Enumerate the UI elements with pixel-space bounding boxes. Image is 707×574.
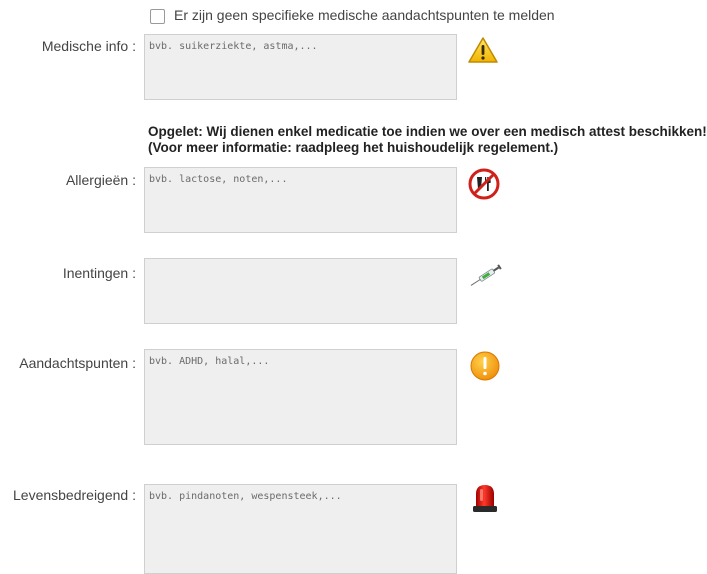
notice-line-2: (Voor meer informatie: raadpleeg het hui… — [148, 140, 559, 155]
inentingen-field[interactable] — [144, 258, 457, 324]
no-medical-concerns-checkbox[interactable] — [150, 9, 165, 24]
medische-info-field[interactable] — [144, 34, 457, 100]
levensbedreigend-field[interactable] — [144, 484, 457, 574]
siren-light-icon — [473, 485, 497, 512]
allergieen-field[interactable] — [144, 167, 457, 233]
levensbedreigend-label: Levensbedreigend : — [13, 487, 136, 503]
aandachtspunten-label: Aandachtspunten : — [19, 355, 136, 371]
medische-info-label: Medische info : — [41, 38, 136, 54]
warning-triangle-icon — [468, 37, 498, 63]
aandachtspunten-field[interactable] — [144, 349, 457, 445]
exclamation-circle-icon — [470, 351, 500, 381]
medication-notice: Opgelet: Wij dienen enkel medicatie toe … — [148, 124, 707, 156]
inentingen-label: Inentingen : — [62, 265, 136, 281]
syringe-icon — [470, 264, 502, 286]
no-food-drink-icon — [468, 168, 500, 200]
notice-line-1: Opgelet: Wij dienen enkel medicatie toe … — [148, 124, 707, 139]
allergieen-label: Allergieën : — [65, 172, 136, 188]
no-medical-concerns-label: Er zijn geen specifieke medische aandach… — [174, 7, 555, 23]
